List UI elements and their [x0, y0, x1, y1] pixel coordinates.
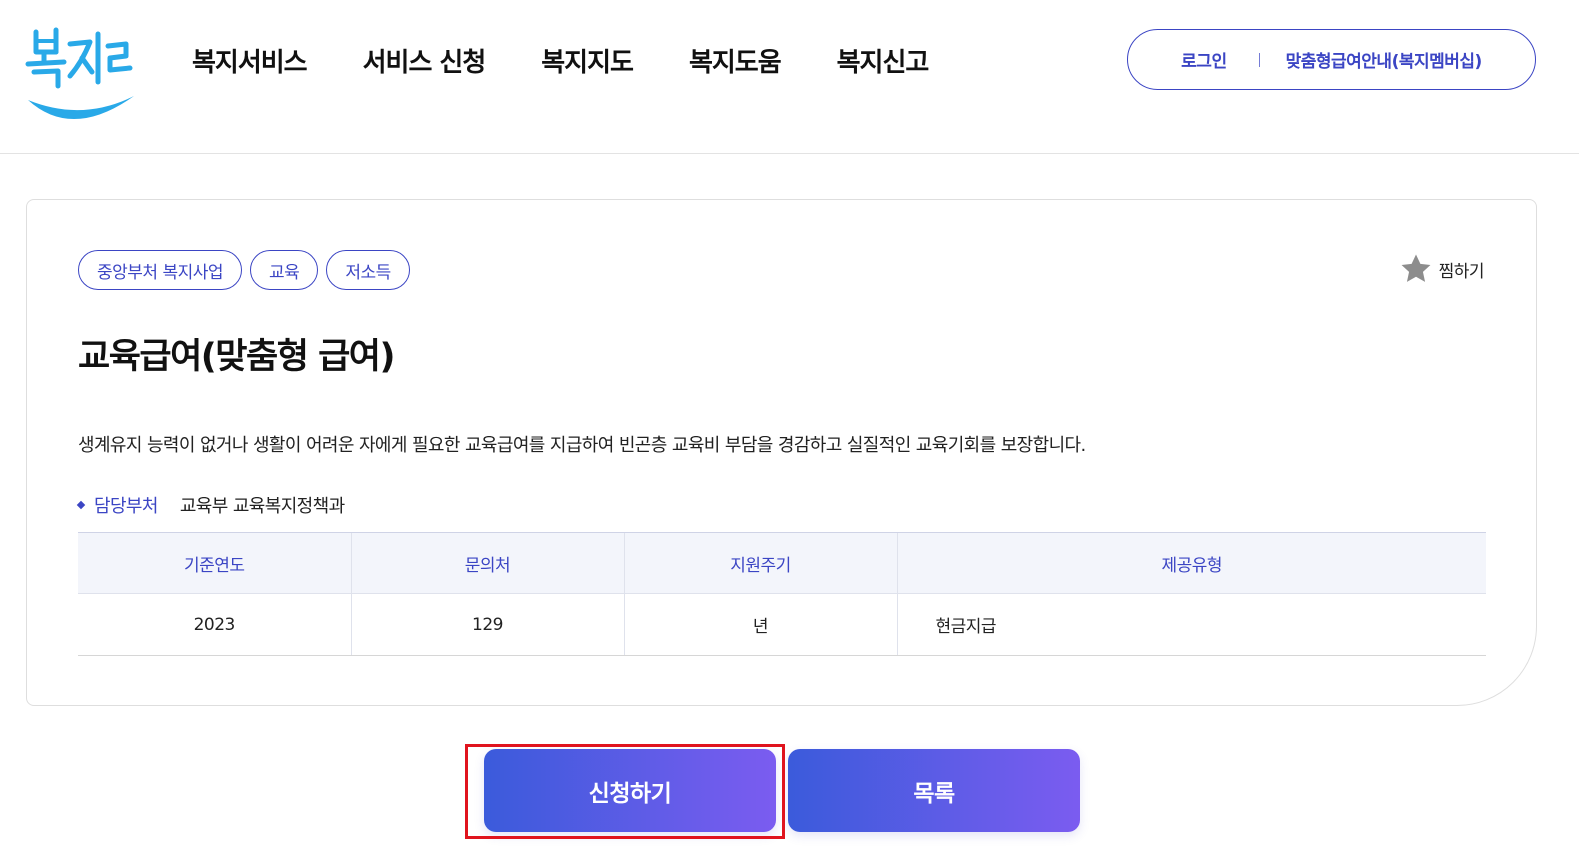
- list-button[interactable]: 목록: [788, 749, 1080, 832]
- service-description: 생계유지 능력이 없거나 생활이 어려운 자에게 필요한 교육급여를 지급하여 …: [78, 435, 1086, 456]
- header-provision-type: 제공유형: [896, 532, 1486, 594]
- util-divider: [1258, 52, 1260, 67]
- nav-welfare-report[interactable]: 복지신고: [837, 42, 930, 79]
- diamond-bullet-icon: [76, 500, 86, 510]
- nav-welfare-help[interactable]: 복지도움: [689, 42, 782, 79]
- star-icon: [1401, 254, 1431, 282]
- login-link[interactable]: 로그인: [1181, 47, 1227, 72]
- department-info: 담당부처 교육부 교육복지정책과: [76, 492, 345, 518]
- service-tags: 중앙부처 복지사업 교육 저소득: [78, 250, 410, 290]
- service-title: 교육급여(맞춤형 급여): [78, 337, 395, 377]
- tag-central-ministry: 중앙부처 복지사업: [78, 250, 243, 290]
- favorite-button[interactable]: 찜하기: [1399, 252, 1485, 286]
- highlight-box: [465, 744, 785, 839]
- site-header: 복지서비스 서비스 신청 복지지도 복지도움 복지신고 로그인 맞춤형급여안내(…: [0, 0, 1579, 154]
- header-support-cycle: 지원주기: [623, 532, 897, 594]
- nav-welfare-service[interactable]: 복지서비스: [192, 42, 308, 79]
- nav-service-apply[interactable]: 서비스 신청: [363, 42, 487, 79]
- site-logo[interactable]: [22, 22, 142, 134]
- header-contact: 문의처: [350, 532, 624, 594]
- service-detail-card: 중앙부처 복지사업 교육 저소득 찜하기 교육급여(맞춤형 급여) 생계유지 능…: [26, 199, 1537, 706]
- department-label: 담당부처: [94, 496, 158, 517]
- tag-education: 교육: [250, 250, 319, 290]
- table-header-row: 기준연도 문의처 지원주기 제공유형: [78, 532, 1486, 594]
- cell-base-year: 2023: [78, 593, 351, 656]
- main-nav: 복지서비스 서비스 신청 복지지도 복지도움 복지신고: [192, 42, 930, 79]
- header-base-year: 기준연도: [78, 532, 351, 594]
- tag-low-income: 저소득: [326, 250, 410, 290]
- favorite-label: 찜하기: [1438, 261, 1485, 282]
- cell-provision-type: 현금지급: [896, 593, 1486, 656]
- service-info-table: 기준연도 문의처 지원주기 제공유형 2023 129 년 현금지급: [78, 532, 1486, 656]
- department-value: 교육부 교육복지정책과: [179, 496, 345, 517]
- util-menu: 로그인 맞춤형급여안내(복지멤버십): [1127, 29, 1536, 90]
- nav-welfare-map[interactable]: 복지지도: [541, 42, 634, 79]
- logo-mark: [25, 27, 134, 120]
- cell-contact: 129: [350, 593, 624, 656]
- membership-link[interactable]: 맞춤형급여안내(복지멤버십): [1286, 47, 1483, 72]
- table-row: 2023 129 년 현금지급: [78, 593, 1486, 656]
- cell-support-cycle: 년: [623, 593, 897, 656]
